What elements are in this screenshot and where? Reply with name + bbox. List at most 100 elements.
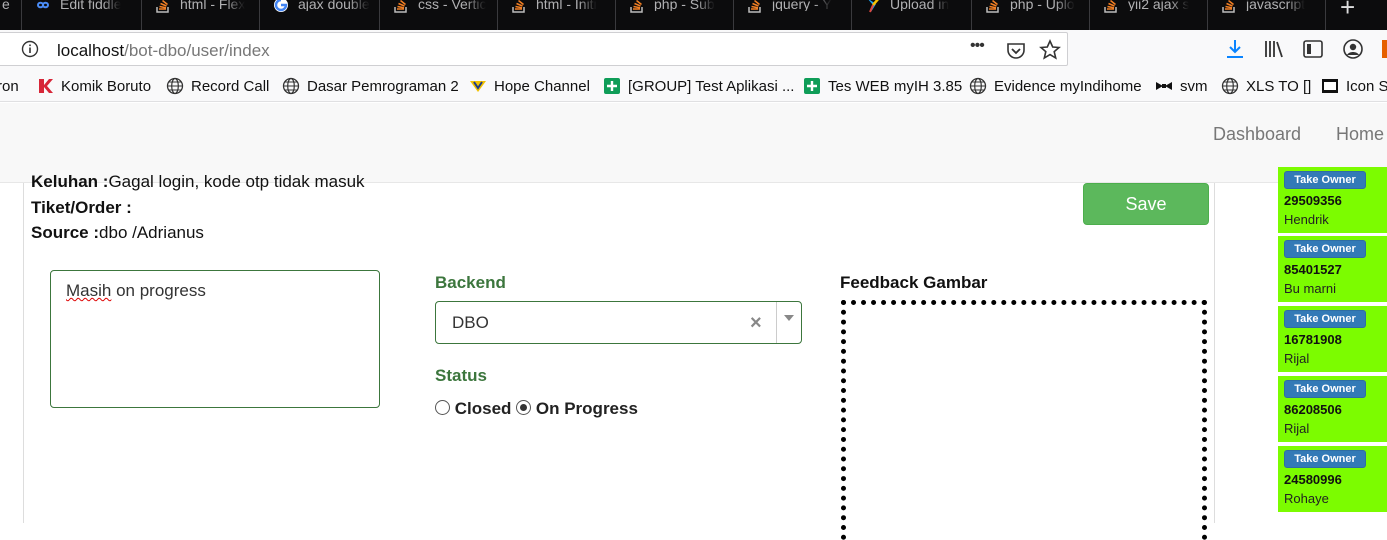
stackoverflow-icon — [394, 0, 407, 13]
status-closed-label[interactable]: Closed — [455, 399, 512, 418]
hope-channel-icon — [470, 81, 486, 92]
backend-label: Backend — [435, 273, 506, 292]
take-owner-button[interactable]: Take Owner — [1284, 171, 1366, 189]
queue-item: Take Owner 29509356 Hendrik — [1278, 167, 1387, 233]
status-on-progress-radio[interactable] — [516, 400, 532, 415]
browser-tab[interactable]: e — [0, 0, 22, 30]
take-owner-button[interactable]: Take Owner — [1284, 240, 1366, 258]
sheets-icon — [604, 78, 620, 94]
stackoverflow-icon — [630, 0, 643, 13]
browser-tab-html-flex[interactable]: html - Flex — [142, 0, 260, 30]
browser-tab-jquery[interactable]: jquery - Y — [734, 0, 852, 30]
stackoverflow-icon — [986, 0, 999, 13]
source-label: Source : — [31, 223, 100, 242]
nav-home-link[interactable]: Home — [1336, 124, 1384, 145]
status-closed-radio[interactable] — [435, 400, 450, 415]
notes-text: Masih on progress — [66, 281, 206, 301]
app-navbar: Dashboard Home — [0, 103, 1387, 183]
queue-item-number: 29509356 — [1284, 193, 1342, 208]
page-actions-icon[interactable]: ••• — [970, 37, 992, 59]
stackoverflow-icon — [1222, 0, 1235, 13]
browser-tab-ajax-double[interactable]: ajax double — [260, 0, 380, 30]
stackoverflow-icon — [512, 0, 525, 13]
sheets-icon — [804, 78, 820, 94]
take-owner-button[interactable]: Take Owner — [1284, 310, 1366, 328]
queue-item: Take Owner 24580996 Rohaye — [1278, 446, 1387, 512]
select-divider — [776, 302, 777, 343]
google-icon — [274, 0, 288, 12]
download-icon[interactable] — [1224, 38, 1246, 60]
browser-tab-yii2-ajax[interactable]: yii2 ajax s — [1090, 0, 1208, 30]
queue-item: Take Owner 16781908 Rijal — [1278, 306, 1387, 372]
url-bar[interactable]: localhost/bot-dbo/user/index ••• — [0, 32, 1068, 66]
nav-dashboard-link[interactable]: Dashboard — [1213, 124, 1301, 145]
tiket-line: Tiket/Order : — [31, 198, 132, 218]
library-icon[interactable] — [1263, 38, 1285, 60]
bookmark-star-icon[interactable] — [1039, 39, 1061, 61]
status-radio-group: Closed On Progress — [435, 399, 638, 419]
info-icon[interactable] — [21, 40, 39, 58]
bowtie-icon — [1156, 82, 1172, 90]
browser-tab-strip: e Edit fiddle html - Flex ajax double cs… — [0, 0, 1387, 30]
take-owner-button[interactable]: Take Owner — [1284, 380, 1366, 398]
terminal-icon — [1322, 79, 1338, 93]
queue-item: Take Owner 86208506 Rijal — [1278, 376, 1387, 442]
url-host: localhost — [57, 41, 125, 60]
notes-rest: on progress — [111, 281, 206, 300]
komik-icon — [39, 79, 53, 93]
source-line: Source :dbo /Adrianus — [31, 223, 204, 243]
tiket-label: Tiket/Order : — [31, 198, 132, 217]
queue-item-number: 16781908 — [1284, 332, 1342, 347]
ticket-panel: Keluhan :Gagal login, kode otp tidak mas… — [23, 172, 1215, 540]
ticket-queue: Take Owner 29509356 Hendrik Take Owner 8… — [1278, 167, 1387, 514]
pocket-icon[interactable] — [1005, 39, 1027, 61]
browser-tab-upload[interactable]: Upload in — [852, 0, 972, 30]
yii-icon — [868, 0, 879, 13]
queue-item-number: 86208506 — [1284, 402, 1342, 417]
url-path: /bot-dbo/user/index — [124, 41, 270, 60]
extension-icon[interactable] — [1382, 40, 1387, 58]
queue-item-number: 24580996 — [1284, 472, 1342, 487]
url-text[interactable]: localhost/bot-dbo/user/index — [57, 41, 270, 61]
backend-selected-value: DBO — [452, 313, 489, 332]
new-tab-button[interactable]: + — [1340, 0, 1355, 23]
globe-icon — [282, 77, 300, 95]
account-icon[interactable] — [1342, 38, 1364, 60]
stackoverflow-icon — [748, 0, 761, 13]
keluhan-line: Keluhan :Gagal login, kode otp tidak mas… — [31, 172, 365, 192]
browser-tab-edit-fiddle[interactable]: Edit fiddle — [22, 0, 142, 30]
stackoverflow-icon — [1104, 0, 1117, 13]
clear-icon[interactable]: × — [750, 312, 762, 335]
stackoverflow-icon — [156, 0, 169, 13]
browser-tab-php-upload[interactable]: php - Uplo — [972, 0, 1090, 30]
status-label: Status — [435, 366, 487, 385]
bookmarks-toolbar: ron Komik Boruto Record Call Dasar Pemro… — [0, 70, 1387, 102]
queue-item-name: Rohaye — [1284, 491, 1329, 506]
source-value: dbo /Adrianus — [99, 223, 204, 242]
browser-tab-javascript[interactable]: javascript — [1208, 0, 1326, 30]
browser-tab-css-vertical[interactable]: css - Vertic — [380, 0, 498, 30]
queue-item-name: Hendrik — [1284, 212, 1329, 227]
keluhan-value: Gagal login, kode otp tidak masuk — [108, 172, 365, 191]
queue-item-name: Rijal — [1284, 351, 1310, 366]
browser-tab-php-sub[interactable]: php - Sub — [616, 0, 734, 30]
queue-item-number: 85401527 — [1284, 262, 1342, 277]
sidebar-icon[interactable] — [1302, 38, 1324, 60]
browser-nav-bar: localhost/bot-dbo/user/index ••• — [0, 30, 1387, 70]
globe-icon — [969, 77, 987, 95]
feedback-image-dropzone[interactable] — [841, 300, 1207, 540]
status-on-progress-label[interactable]: On Progress — [536, 399, 638, 418]
take-owner-button[interactable]: Take Owner — [1284, 450, 1366, 468]
chevron-down-icon[interactable] — [784, 315, 794, 321]
queue-item-name: Rijal — [1284, 421, 1310, 436]
feedback-gambar-label: Feedback Gambar — [840, 273, 988, 292]
jsfiddle-icon — [36, 1, 50, 9]
queue-item-name: Bu marni — [1284, 281, 1337, 296]
backend-select[interactable]: DBO × — [435, 301, 802, 344]
save-button[interactable]: Save — [1083, 183, 1209, 225]
globe-icon — [166, 77, 184, 95]
keluhan-label: Keluhan : — [31, 172, 109, 191]
notes-word-misspelt: Masih — [66, 281, 112, 300]
queue-item: Take Owner 85401527 Bu marni — [1278, 236, 1387, 302]
browser-tab-html-initial[interactable]: html - Initi — [498, 0, 616, 30]
